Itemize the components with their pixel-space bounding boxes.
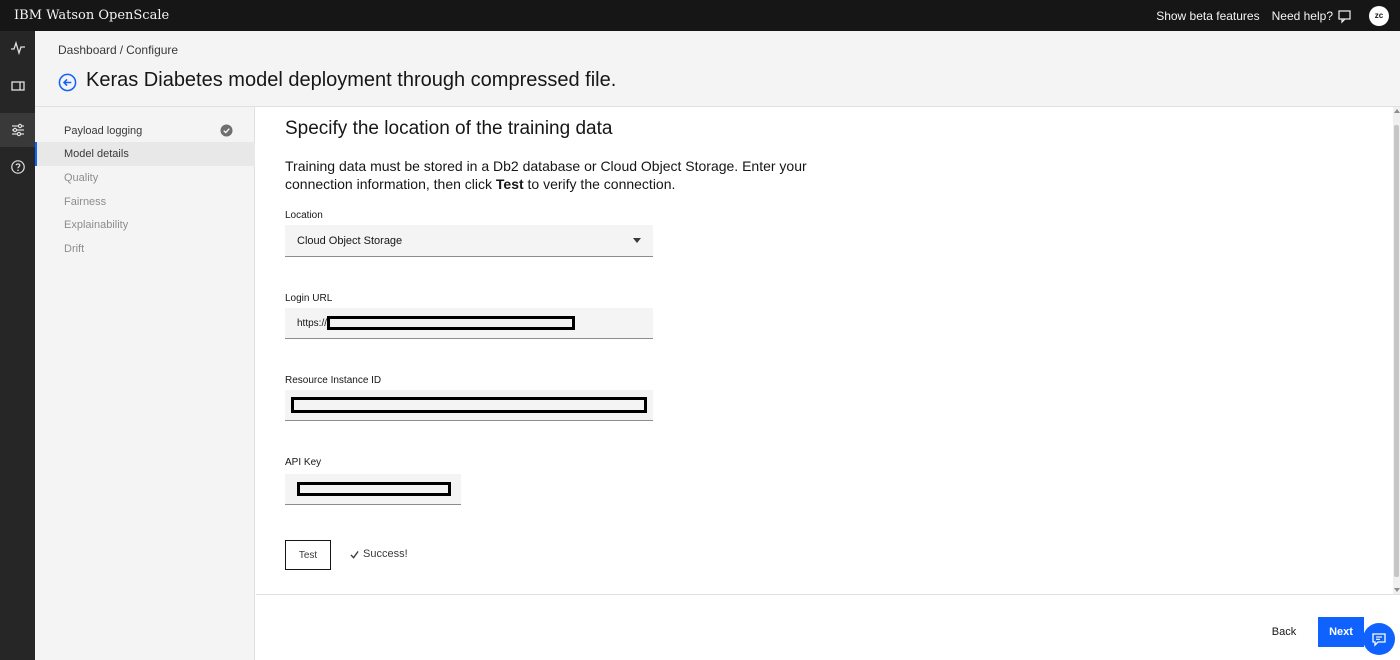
nav-item-quality[interactable]: Quality <box>35 166 255 190</box>
main-scrollbar[interactable] <box>1393 107 1400 594</box>
location-select[interactable]: Cloud Object Storage <box>285 225 653 257</box>
nav-item-label: Quality <box>64 172 99 184</box>
page-header: Dashboard / Configure Keras Diabetes model… <box>35 31 1400 107</box>
need-help-link[interactable]: Need help? <box>1272 9 1333 23</box>
checkmark-filled-icon <box>220 124 233 137</box>
wizard-footer: Back Next <box>256 594 1400 660</box>
resource-instance-id-input[interactable] <box>285 390 653 421</box>
breadcrumb-dashboard-link[interactable]: Dashboard <box>58 43 117 57</box>
breadcrumb: Dashboard / Configure <box>58 43 178 57</box>
left-rail <box>0 31 35 660</box>
redacted-api-key <box>297 482 451 496</box>
success-text: Success! <box>363 548 408 560</box>
nav-item-label: Drift <box>64 243 85 255</box>
user-avatar[interactable]: zc <box>1369 5 1389 26</box>
section-title: Specify the location of the training dat… <box>285 118 613 139</box>
checkmark-icon <box>350 550 359 559</box>
rail-item-insights[interactable] <box>0 31 35 65</box>
configure-sliders-icon <box>11 123 24 137</box>
location-select-value: Cloud Object Storage <box>297 234 403 247</box>
breadcrumb-current: Configure <box>126 43 179 57</box>
breadcrumb-separator: / <box>119 43 124 57</box>
chevron-down-icon <box>633 238 641 243</box>
nav-item-model-details[interactable]: Model details <box>35 142 255 166</box>
main-content: Specify the location of the training dat… <box>256 107 1393 594</box>
chat-support-button[interactable] <box>1363 623 1395 655</box>
nav-item-payload-logging[interactable]: Payload logging <box>35 119 255 143</box>
deployments-icon <box>10 81 25 91</box>
nav-item-explainability[interactable]: Explainability <box>35 213 255 237</box>
nav-item-fairness[interactable]: Fairness <box>35 190 255 214</box>
scroll-thumb[interactable] <box>1394 125 1399 577</box>
nav-item-label: Payload logging <box>64 125 143 137</box>
next-button[interactable]: Next <box>1318 617 1364 647</box>
section-description: Training data must be stored in a Db2 da… <box>285 157 855 193</box>
redacted-resource-instance-id <box>291 397 647 413</box>
help-circle-icon <box>10 160 25 174</box>
description-text-end: to verify the connection. <box>523 176 676 192</box>
description-test-keyword: Test <box>495 176 524 192</box>
redacted-login-url <box>327 316 576 330</box>
rail-item-configure[interactable] <box>0 113 35 147</box>
back-arrow-icon[interactable] <box>58 73 77 92</box>
login-url-prefix: https:// <box>297 317 328 329</box>
app-title[interactable]: IBM Watson OpenScale <box>0 8 169 23</box>
nav-item-label: Model details <box>64 148 129 160</box>
activity-icon <box>10 40 25 56</box>
chat-icon <box>1372 633 1386 647</box>
top-bar-actions: Show beta features Need help? zc <box>1156 0 1400 31</box>
rail-item-help[interactable] <box>0 150 35 184</box>
scroll-up-arrow-icon[interactable] <box>1394 109 1400 113</box>
login-url-input[interactable]: https:// <box>285 308 653 339</box>
success-message: Success! <box>350 548 408 560</box>
resource-instance-id-label: Resource Instance ID <box>285 375 382 386</box>
nav-item-label: Explainability <box>64 219 129 231</box>
nav-item-drift[interactable]: Drift <box>35 237 255 261</box>
api-key-input[interactable] <box>285 474 461 505</box>
show-beta-features-link[interactable]: Show beta features <box>1156 9 1259 23</box>
configure-side-nav: Payload logging Model details Quality Fa… <box>35 107 255 660</box>
login-url-label: Login URL <box>285 293 333 304</box>
top-bar: IBM Watson OpenScale Show beta features … <box>0 0 1400 31</box>
test-connection-button[interactable]: Test <box>285 540 331 570</box>
api-key-label: API Key <box>285 457 322 468</box>
scroll-down-arrow-icon[interactable] <box>1394 588 1400 592</box>
page-title: Keras Diabetes model deployment through … <box>86 69 617 91</box>
location-label: Location <box>285 210 323 221</box>
nav-item-label: Fairness <box>64 196 107 208</box>
chat-help-icon[interactable] <box>1337 8 1353 24</box>
back-button[interactable]: Back <box>1260 617 1308 647</box>
rail-item-deployments[interactable] <box>0 69 35 103</box>
